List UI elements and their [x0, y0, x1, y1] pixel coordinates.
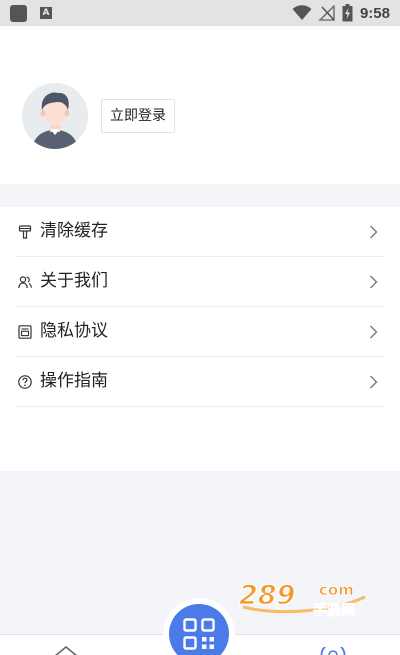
menu-item-user-guide[interactable]: 操作指南	[16, 357, 384, 407]
wifi-icon	[292, 5, 312, 20]
profile-header: 立即登录	[0, 26, 400, 184]
user-icon[interactable]	[320, 647, 346, 655]
home-icon[interactable]	[54, 646, 78, 655]
watermark-number: 289	[239, 580, 295, 611]
document-icon	[18, 325, 32, 339]
menu-item-label: 关于我们	[40, 271, 108, 291]
menu-item-label: 清除缓存	[40, 221, 108, 241]
chevron-right-icon	[370, 275, 378, 289]
qr-scan-button[interactable]	[169, 604, 229, 655]
settings-menu: 清除缓存 关于我们 隐私协议 操作指南	[0, 207, 400, 471]
menu-item-label: 操作指南	[40, 371, 108, 391]
notification-badge: A	[40, 7, 52, 19]
menu-item-clear-cache[interactable]: 清除缓存	[16, 207, 384, 257]
no-signal-icon	[318, 5, 335, 21]
status-bar: A 9:58	[0, 0, 400, 26]
chevron-right-icon	[370, 325, 378, 339]
people-icon	[18, 276, 32, 289]
help-circle-icon	[18, 375, 32, 389]
status-time: 9:58	[359, 4, 390, 22]
watermark-suffix: com	[319, 581, 354, 599]
watermark-logo: 289 com 手游网	[238, 579, 366, 617]
chevron-right-icon	[370, 225, 378, 239]
broom-icon	[18, 225, 32, 239]
menu-item-label: 隐私协议	[40, 321, 108, 341]
watermark-subtitle: 手游网	[313, 602, 355, 617]
qr-scan-icon	[183, 618, 215, 650]
menu-item-about-us[interactable]: 关于我们	[16, 257, 384, 307]
user-avatar-icon[interactable]	[22, 83, 88, 149]
menu-item-privacy-policy[interactable]: 隐私协议	[16, 307, 384, 357]
login-button[interactable]: 立即登录	[101, 99, 175, 133]
battery-charging-icon	[342, 4, 353, 22]
chevron-right-icon	[370, 375, 378, 389]
app-icon	[10, 5, 27, 22]
